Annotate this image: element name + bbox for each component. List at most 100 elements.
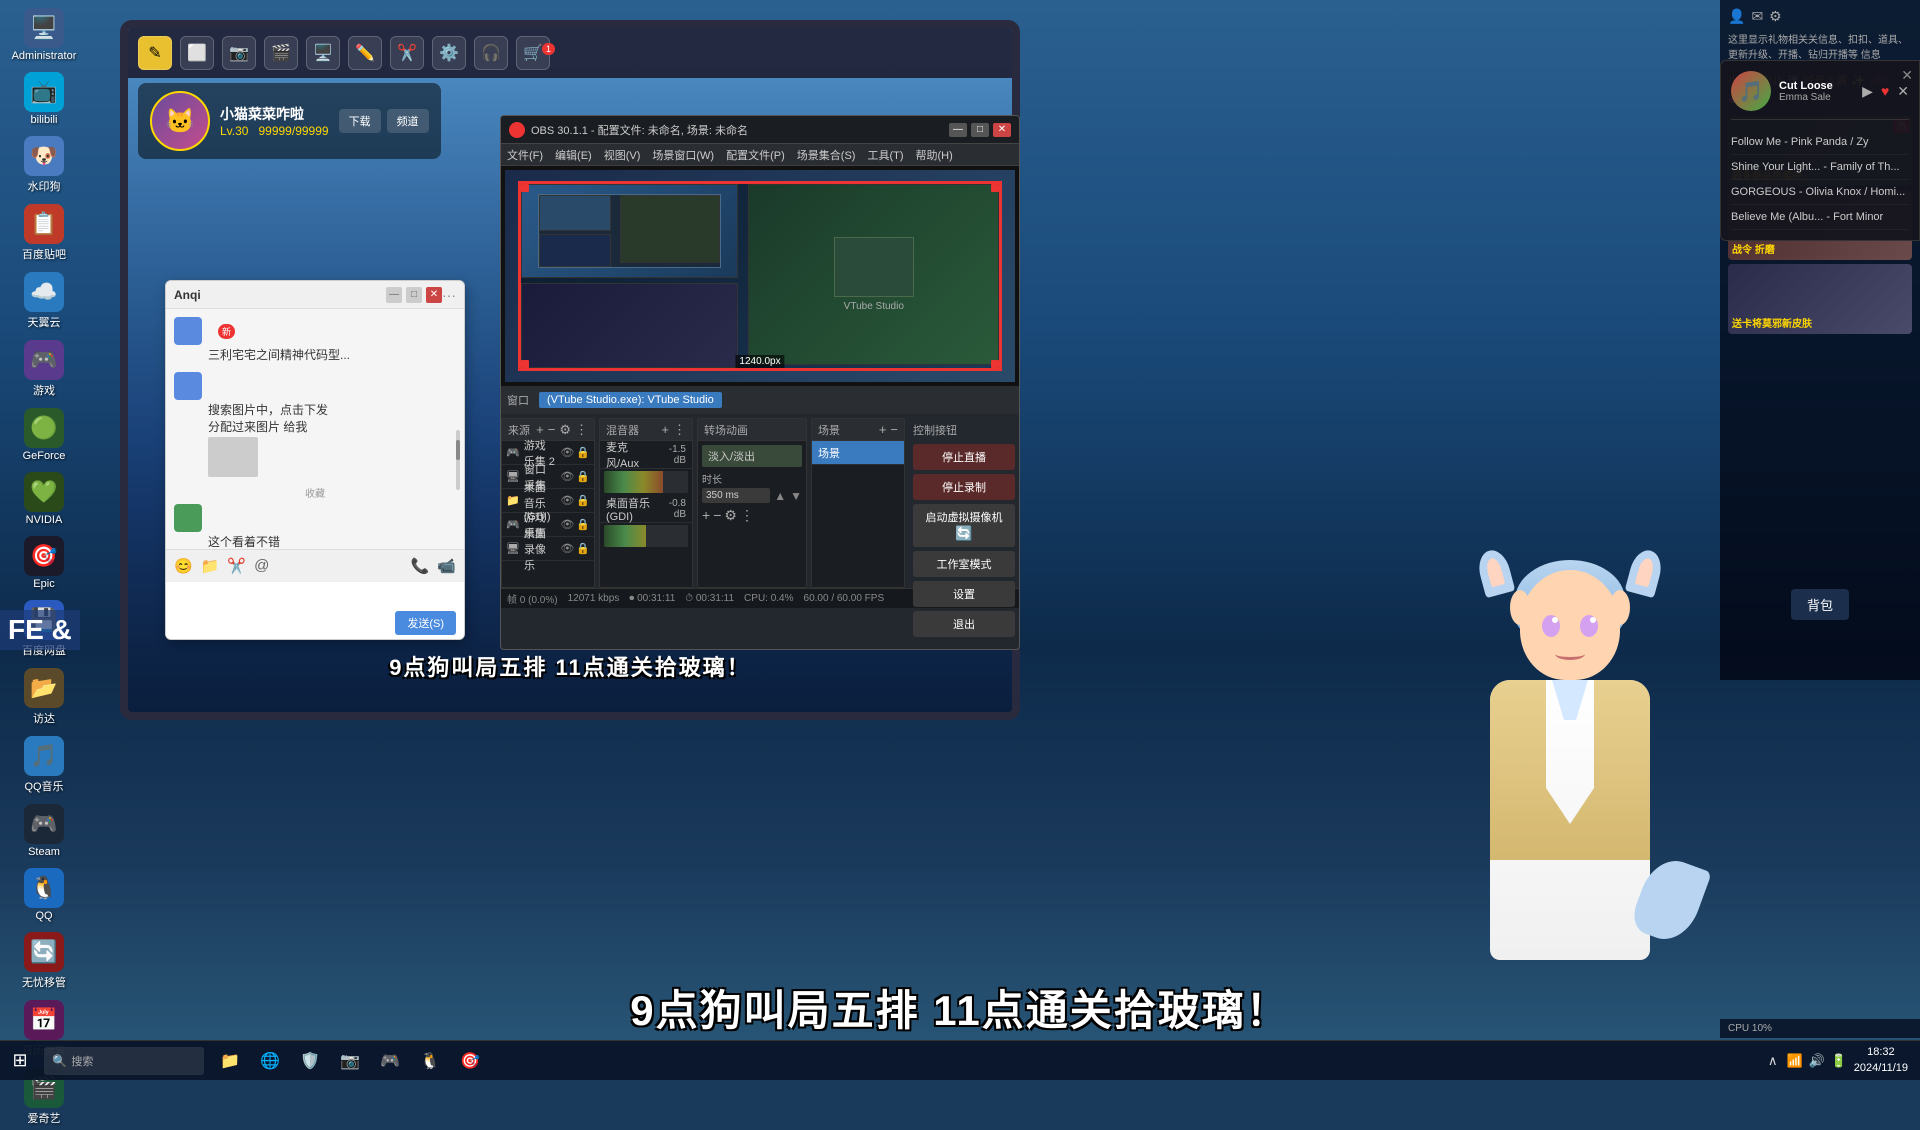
taskbar-search[interactable]: 🔍 搜索 <box>44 1047 204 1075</box>
obs-menu-edit[interactable]: 编辑(E) <box>555 147 592 163</box>
toolbar-cart-btn[interactable]: 🛒 1 <box>516 36 550 70</box>
obs-scene-exe[interactable]: (VTube Studio.exe): VTube Studio <box>539 392 722 408</box>
download-btn[interactable]: 下载 <box>339 109 381 133</box>
tray-battery[interactable]: 🔋 <box>1830 1052 1848 1070</box>
desktop-icon-game[interactable]: 🎮 游戏 <box>4 336 84 402</box>
desktop-icon-bilibili[interactable]: 📺 bilibili <box>4 68 84 130</box>
obs-start-vt-btn[interactable]: 启动虚拟摄像机 🔄 <box>913 504 1015 547</box>
desktop-icon-steam[interactable]: 🎮 Steam <box>4 800 84 862</box>
at-icon[interactable]: @ <box>254 557 269 574</box>
folder-icon[interactable]: 📁 <box>201 557 220 575</box>
obs-close-btn[interactable]: ✕ <box>993 123 1011 137</box>
obs-source-eye-0[interactable]: 👁 <box>560 446 574 459</box>
obs-minimize-btn[interactable]: — <box>949 123 967 137</box>
obs-source-eye-1[interactable]: 👁 <box>560 470 574 483</box>
obs-source-lock-0[interactable]: 🔒 <box>576 446 590 459</box>
taskbar-clock[interactable]: 18:32 2024/11/19 <box>1854 1045 1908 1076</box>
video-call-icon[interactable]: 📹 <box>437 557 456 575</box>
obs-source-lock-4[interactable]: 🔒 <box>576 542 590 555</box>
obs-mixer-fader-1[interactable] <box>604 525 688 547</box>
phone-icon[interactable]: 📞 <box>411 557 430 575</box>
obs-stop-record-btn[interactable]: 停止录制 <box>913 474 1015 500</box>
obs-source-eye-4[interactable]: 👁 <box>560 542 574 555</box>
desktop-icon-finder[interactable]: 📂 访达 <box>4 664 84 730</box>
tray-arrow[interactable]: ∧ <box>1764 1052 1782 1070</box>
obs-source-lock-2[interactable]: 🔒 <box>576 494 590 507</box>
obs-mixer-more[interactable]: ⋮ <box>673 422 686 438</box>
obs-menu-view[interactable]: 视图(V) <box>604 147 641 163</box>
obs-work-mode-btn[interactable]: 工作室模式 <box>913 551 1015 577</box>
obs-sources-remove[interactable]: − <box>548 422 556 438</box>
obs-menu-help[interactable]: 帮助(H) <box>916 147 953 163</box>
music-heart-btn[interactable]: ♥ <box>1881 83 1889 99</box>
tray-wifi[interactable]: 📶 <box>1786 1052 1804 1070</box>
desktop-icon-watermark[interactable]: 🐶 水印狗 <box>4 132 84 198</box>
music-track-3[interactable]: Believe Me (Albu... - Fort Minor <box>1731 205 1909 230</box>
obs-transition-remove[interactable]: − <box>713 507 721 524</box>
toolbar-camera-btn[interactable]: 📷 <box>222 36 256 70</box>
obs-transition-settings[interactable]: ⚙ <box>724 507 737 524</box>
taskbar-camera[interactable]: 📷 <box>332 1043 368 1079</box>
obs-stop-live-btn[interactable]: 停止直播 <box>913 444 1015 470</box>
obs-transition-type[interactable]: 淡入/淡出 <box>702 445 802 467</box>
taskbar-shield[interactable]: 🛡️ <box>292 1043 328 1079</box>
music-track-0[interactable]: Follow Me - Pink Panda / Zy <box>1731 130 1909 155</box>
obs-source-row-4[interactable]: 🖥 桌面录像乐 👁 🔒 <box>502 537 594 561</box>
taskbar-qq[interactable]: 🐧 <box>412 1043 448 1079</box>
desktop-icon-cloud[interactable]: ☁️ 天翼云 <box>4 268 84 334</box>
toolbar-video-btn[interactable]: 🎬 <box>264 36 298 70</box>
obs-menu-file[interactable]: 文件(F) <box>507 147 543 163</box>
taskbar-file-explorer[interactable]: 📁 <box>212 1043 248 1079</box>
toolbar-pencil-btn[interactable]: ✎ <box>138 36 172 70</box>
chat-more-icon[interactable]: ··· <box>442 287 456 303</box>
obs-transition-up[interactable]: ▲ <box>774 489 786 503</box>
obs-sources-add[interactable]: + <box>536 422 544 438</box>
toolbar-audio-btn[interactable]: 🎧 <box>474 36 508 70</box>
obs-scene-add[interactable]: + <box>879 422 887 437</box>
chat-minimize-btn[interactable]: — <box>386 287 402 303</box>
obs-menu-profile[interactable]: 配置文件(P) <box>726 147 785 163</box>
obs-transition-down[interactable]: ▼ <box>790 489 802 503</box>
chat-scroll[interactable] <box>456 430 460 490</box>
obs-menu-tools[interactable]: 工具(T) <box>867 147 903 163</box>
hot-product-2[interactable]: 送卡将莫邪新皮肤 <box>1728 264 1912 334</box>
obs-source-eye-3[interactable]: 👁 <box>560 518 574 531</box>
chat-send-btn[interactable]: 发送(S) <box>395 611 456 635</box>
music-play-btn[interactable]: ▶ <box>1862 83 1873 100</box>
obs-menu-scene-window[interactable]: 场景窗口(W) <box>652 147 714 163</box>
taskbar-game[interactable]: 🎮 <box>372 1043 408 1079</box>
desktop-icon-tieba[interactable]: 📋 百度贴吧 <box>4 200 84 266</box>
obs-scene-item-0[interactable]: 场景 <box>812 441 904 465</box>
desktop-icon-qqmusic[interactable]: 🎵 QQ音乐 <box>4 732 84 798</box>
obs-menu-collection[interactable]: 场景集合(S) <box>797 147 856 163</box>
obs-sources-settings[interactable]: ⚙ <box>559 422 571 438</box>
obs-mixer-fader-0[interactable] <box>604 471 688 493</box>
taskbar-target[interactable]: 🎯 <box>452 1043 488 1079</box>
obs-transition-time-value[interactable]: 350 ms <box>702 488 770 503</box>
desktop-icon-nvidia[interactable]: 💚 NVIDIA <box>4 468 84 530</box>
desktop-icon-qq[interactable]: 🐧 QQ <box>4 864 84 926</box>
obs-maximize-btn[interactable]: □ <box>971 123 989 137</box>
obs-source-lock-3[interactable]: 🔒 <box>576 518 590 531</box>
scissors-icon[interactable]: ✂️ <box>227 557 246 575</box>
chat-close-btn[interactable]: ✕ <box>426 287 442 303</box>
backpack-btn[interactable]: 背包 <box>1791 589 1849 620</box>
tray-speaker[interactable]: 🔊 <box>1808 1052 1826 1070</box>
desktop-icon-admin[interactable]: 🖥️ Administrator <box>4 4 84 66</box>
obs-transition-more[interactable]: ⋮ <box>740 507 754 524</box>
obs-sources-more[interactable]: ⋮ <box>575 422 588 438</box>
start-button[interactable]: ⊞ <box>0 1041 40 1081</box>
chat-maximize-btn[interactable]: □ <box>406 287 422 303</box>
obs-scene-remove[interactable]: − <box>890 422 898 437</box>
toolbar-screen-btn[interactable]: 🖥️ <box>306 36 340 70</box>
music-close-track-btn[interactable]: ✕ <box>1897 83 1909 100</box>
toolbar-crop-btn[interactable]: ✂️ <box>390 36 424 70</box>
music-close-btn[interactable]: ✕ <box>1901 67 1913 84</box>
obs-transition-add[interactable]: + <box>702 507 710 524</box>
desktop-icon-geforce[interactable]: 🟢 GeForce <box>4 404 84 466</box>
obs-settings-btn[interactable]: 设置 <box>913 581 1015 607</box>
obs-source-eye-2[interactable]: 👁 <box>560 494 574 507</box>
toolbar-rect-btn[interactable]: ⬜ <box>180 36 214 70</box>
desktop-icon-epic[interactable]: 🎯 Epic <box>4 532 84 594</box>
taskbar-browser[interactable]: 🌐 <box>252 1043 288 1079</box>
